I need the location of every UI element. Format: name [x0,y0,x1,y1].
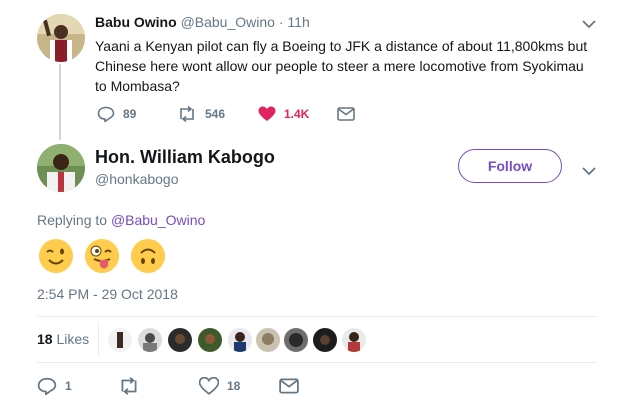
liker-avatar[interactable] [313,328,337,352]
like-count: 18 [227,379,241,393]
liker-avatar[interactable] [284,328,308,352]
parent-separator: · [278,14,284,30]
envelope-icon [337,107,355,121]
liker-avatar[interactable] [108,328,132,352]
winking-face-icon [38,238,74,279]
replying-to-label: Replying to [37,212,108,228]
parent-author-name[interactable]: Babu Owino [95,14,177,30]
author-name[interactable]: Hon. William Kabogo [95,147,275,168]
parent-header: Babu Owino @Babu_Owino · 11h [95,14,310,30]
parent-retweet-action[interactable]: 546 [177,106,225,122]
divider-top [37,316,597,317]
liker-avatar[interactable] [228,328,252,352]
likes-label: Likes [56,331,90,347]
parent-tweet-text: Yaani a Kenyan pilot can fly a Boeing to… [95,38,588,94]
face-with-tongue-icon [84,238,120,279]
reply-action[interactable]: 1 [37,377,72,395]
parent-author-handle[interactable]: @Babu_Owino [181,14,275,30]
retweet-icon [121,377,137,395]
liker-avatar[interactable] [342,328,366,352]
likes-stat[interactable]: 18 Likes [37,331,89,347]
follow-button[interactable]: Follow [458,149,562,183]
retweet-icon [180,106,194,122]
parent-like-count: 1.4K [284,107,310,121]
liker-avatar[interactable] [256,328,280,352]
stats-separator [98,322,99,356]
parent-dm-action[interactable] [337,107,363,121]
replying-to-line: Replying to @Babu_Owino [37,212,205,228]
parent-reply-count: 89 [123,107,137,121]
tweet-timestamp[interactable]: 2:54 PM - 29 Oct 2018 [37,286,178,302]
liker-avatar[interactable] [198,328,222,352]
tweet-menu-chevron-icon[interactable] [582,163,596,181]
like-action[interactable]: 18 [199,377,240,395]
parent-menu-chevron-icon[interactable] [582,16,596,34]
envelope-icon [279,378,299,394]
divider-bottom [37,362,597,363]
replying-to-handle[interactable]: @Babu_Owino [111,212,205,228]
author-handle[interactable]: @honkabogo [95,171,179,187]
thread-line [59,64,61,140]
reply-count: 1 [65,379,72,393]
heart-filled-icon [258,106,276,121]
upside-down-face-icon [130,238,166,279]
heart-icon [199,377,219,395]
parent-like-action[interactable]: 1.4K [258,106,309,122]
liker-avatar[interactable] [138,328,162,352]
parent-retweet-count: 546 [205,107,226,121]
retweet-action[interactable] [118,377,148,395]
dm-action[interactable] [279,378,307,394]
liker-avatar[interactable] [168,328,192,352]
author-avatar[interactable] [37,144,85,192]
reply-icon [37,377,57,395]
parent-time[interactable]: 11h [287,14,309,30]
parent-reply-action[interactable]: 89 [97,106,136,122]
reply-icon [97,106,115,122]
likes-count: 18 [37,331,53,347]
parent-avatar[interactable] [37,14,85,62]
